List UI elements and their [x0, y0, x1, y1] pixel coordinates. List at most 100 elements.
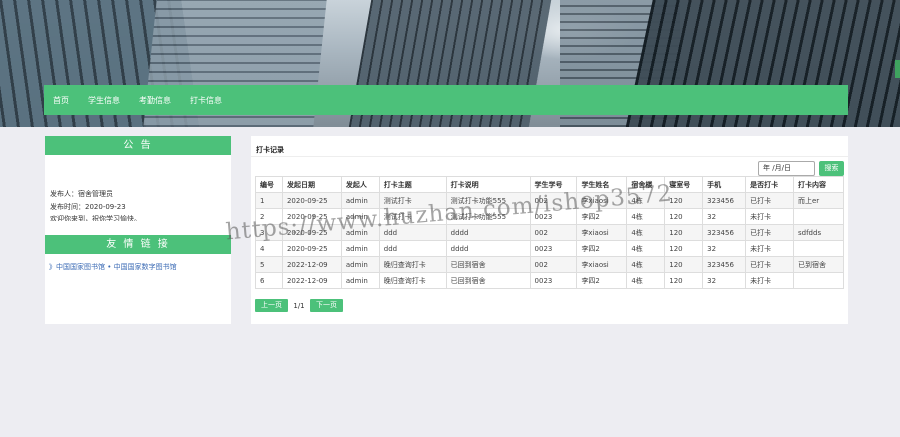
page-indicator: 1/1 [293, 301, 305, 310]
table-cell: admin [340, 192, 380, 209]
table-cell: 李xiaosi [576, 224, 628, 241]
col-header: 是否打卡 [745, 176, 794, 193]
table-header-row: 编号 发起日期 发起人 打卡主题 打卡说明 学生学号 学生姓名 宿舍楼 寝室号 … [255, 176, 844, 193]
table-cell: 已到宿舍 [793, 256, 844, 273]
nav-item-attendance[interactable]: 考勤信息 [139, 95, 171, 106]
table-cell: 6 [255, 272, 283, 289]
table-cell: 0023 [529, 272, 578, 289]
col-header: 学生姓名 [576, 176, 628, 193]
notice-body: 发布人：宿舍管理员 发布时间：2020-09-23 欢迎你来到，祝你学习愉快。 [45, 155, 231, 235]
table-cell: 2022-12-09 [281, 256, 342, 273]
checkin-records-panel: 打卡记录 年 /月/日 搜索 编号 发起日期 发起人 打卡主题 打卡说明 学生学… [251, 136, 848, 324]
search-button[interactable]: 搜索 [819, 161, 844, 176]
table-cell: 3 [255, 224, 283, 241]
col-header: 寝室号 [664, 176, 704, 193]
notice-publisher: 发布人：宿舍管理员 [50, 190, 113, 198]
table-cell: 已回到宿舍 [445, 272, 531, 289]
date-input[interactable]: 年 /月/日 [758, 161, 815, 176]
table-cell [793, 272, 844, 289]
next-page-button[interactable]: 下一页 [310, 299, 343, 312]
nav-item-students[interactable]: 学生信息 [88, 95, 120, 106]
col-header: 打卡内容 [793, 176, 844, 193]
records-title: 打卡记录 [256, 146, 284, 154]
table-cell: 2020-09-25 [281, 224, 342, 241]
table-cell: 4栋 [626, 240, 666, 257]
col-header: 发起日期 [281, 176, 342, 193]
table-row: 5 2022-12-09 admin 晚归查询打卡 已回到宿舍 002 李xiaosi 4栋 1… [255, 256, 844, 273]
notice-title: 公 告 [45, 136, 231, 155]
nav-item-checkin[interactable]: 打卡信息 [190, 95, 222, 106]
table-cell: 002 [529, 224, 578, 241]
col-header: 宿舍楼 [626, 176, 666, 193]
table-cell: 0023 [529, 208, 578, 225]
table-cell: 测试打卡 [378, 192, 447, 209]
table-cell: 2022-12-09 [281, 272, 342, 289]
links-title: 友 情 链 接 [45, 235, 231, 254]
table-cell: 已打卡 [745, 224, 794, 241]
table-cell: 002 [529, 256, 578, 273]
table-body: 1 2020-09-25 admin 测试打卡 测试打卡功能555 002 李xiaosi 4… [255, 192, 844, 289]
table-cell: 未打卡 [745, 272, 794, 289]
col-header: 手机 [702, 176, 747, 193]
table-cell: 李四2 [576, 208, 628, 225]
table-cell: 测试打卡功能555 [445, 192, 531, 209]
table-row: 4 2020-09-25 admin ddd dddd 0023 李四2 4栋 120 32 未打卡 [255, 240, 844, 257]
notice-content: 欢迎你来到，祝你学习愉快。 [50, 215, 141, 221]
table-cell: 4栋 [626, 224, 666, 241]
table-cell: 晚归查询打卡 [378, 272, 447, 289]
table-cell: 4栋 [626, 208, 666, 225]
table-row: 6 2022-12-09 admin 晚归查询打卡 已回到宿舍 0023 李四2 4栋 120 3… [255, 272, 844, 289]
table-cell: admin [340, 272, 380, 289]
table-cell: 32 [702, 208, 747, 225]
table-cell: 323456 [702, 256, 747, 273]
col-header: 打卡主题 [378, 176, 447, 193]
table-cell: 120 [664, 192, 704, 209]
table-cell: 002 [529, 192, 578, 209]
table-row: 2 2020-09-25 admin 测试打卡 测试打卡功能555 0023 李四2 4栋 12… [255, 208, 844, 225]
sidebar: 公 告 发布人：宿舍管理员 发布时间：2020-09-23 欢迎你来到，祝你学习… [45, 136, 231, 324]
table-cell: 120 [664, 256, 704, 273]
table-cell: 0023 [529, 240, 578, 257]
table-cell: 4栋 [626, 256, 666, 273]
table-cell: 4 [255, 240, 283, 257]
prev-page-button[interactable]: 上一页 [255, 299, 288, 312]
table-cell: dddd [445, 240, 531, 257]
table-cell: 323456 [702, 224, 747, 241]
table-cell: 未打卡 [745, 240, 794, 257]
table-cell: admin [340, 208, 380, 225]
table-cell: 32 [702, 272, 747, 289]
table-cell: 2020-09-25 [281, 192, 342, 209]
table-cell: 120 [664, 208, 704, 225]
table-cell: admin [340, 256, 380, 273]
table-cell: 而上er [793, 192, 844, 209]
table-cell: ddd [378, 240, 447, 257]
records-table: 编号 发起日期 发起人 打卡主题 打卡说明 学生学号 学生姓名 宿舍楼 寝室号 … [255, 176, 844, 289]
table-cell: 323456 [702, 192, 747, 209]
table-cell: 2020-09-25 [281, 208, 342, 225]
friend-links[interactable]: 》中国国家图书馆 • 中国国家数字图书馆 [45, 254, 231, 272]
table-cell: 已打卡 [745, 192, 794, 209]
table-cell: 32 [702, 240, 747, 257]
table-cell: 2020-09-25 [281, 240, 342, 257]
divider [251, 156, 848, 157]
notice-time: 发布时间：2020-09-23 [50, 203, 126, 211]
table-cell: 未打卡 [745, 208, 794, 225]
table-cell [793, 240, 844, 257]
table-cell: sdfdds [793, 224, 844, 241]
table-cell: 4栋 [626, 192, 666, 209]
table-cell: 120 [664, 224, 704, 241]
table-cell: admin [340, 240, 380, 257]
col-header: 学生学号 [529, 176, 578, 193]
table-cell: 测试打卡 [378, 208, 447, 225]
col-header: 打卡说明 [445, 176, 531, 193]
nav-item-home[interactable]: 首页 [53, 95, 69, 106]
table-cell [793, 208, 844, 225]
table-cell: dddd [445, 224, 531, 241]
col-header: 发起人 [340, 176, 380, 193]
pagination: 上一页 1/1 下一页 [255, 299, 343, 312]
table-cell: 李xiaosi [576, 192, 628, 209]
table-cell: 120 [664, 240, 704, 257]
table-row: 1 2020-09-25 admin 测试打卡 测试打卡功能555 002 李xiaosi 4… [255, 192, 844, 209]
table-cell: 已打卡 [745, 256, 794, 273]
table-cell: ddd [378, 224, 447, 241]
